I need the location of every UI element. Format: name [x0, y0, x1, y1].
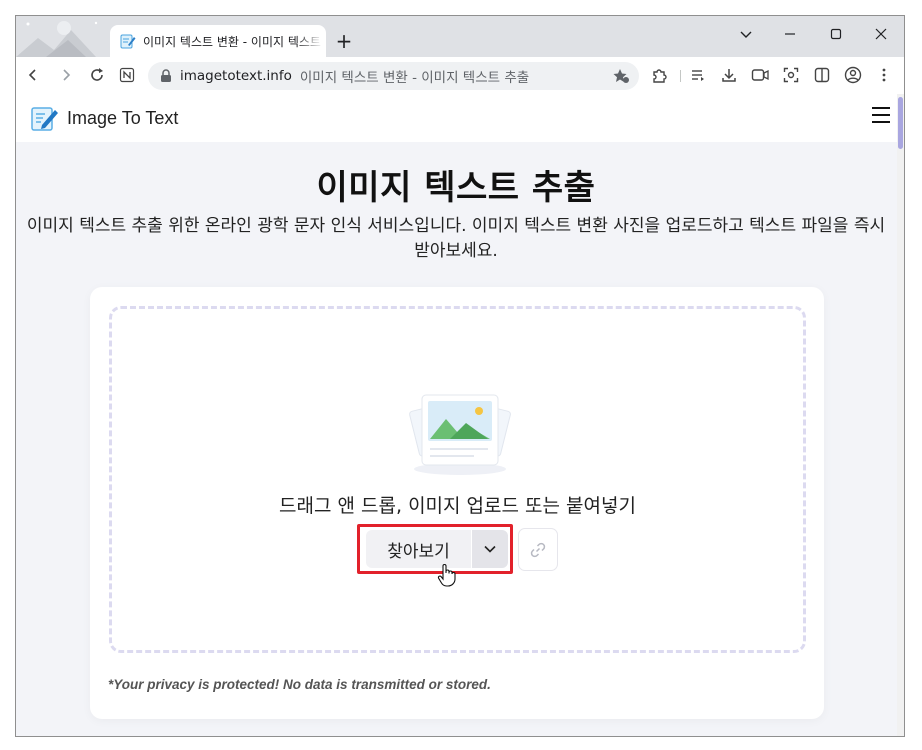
reload-icon	[91, 68, 103, 81]
lock-icon	[161, 69, 171, 82]
reading-list-button[interactable]	[688, 65, 708, 85]
scrollbar-thumb[interactable]	[898, 97, 903, 149]
screenshot-button[interactable]	[781, 65, 801, 85]
tab-title: 이미지 텍스트 변환 - 이미지 텍스트 추출	[143, 34, 323, 49]
extensions-icon	[653, 69, 667, 83]
link-icon	[530, 542, 546, 557]
extensions-button[interactable]	[649, 65, 669, 85]
browser-menu-button[interactable]	[874, 65, 894, 85]
notion-icon	[119, 67, 135, 83]
menu-kebab-icon	[882, 68, 886, 82]
notepad-logo-icon[interactable]	[30, 104, 60, 132]
browser-window: 이미지 텍스트 변환 - 이미지 텍스트 추출 + im	[15, 15, 905, 737]
download-button[interactable]	[719, 65, 739, 85]
url-page-title: 이미지 텍스트 변환 - 이미지 텍스트 추출	[299, 70, 530, 86]
forward-button[interactable]	[56, 65, 76, 85]
privacy-note: *Your privacy is protected! No data is t…	[108, 677, 491, 692]
reading-list-icon	[692, 70, 704, 81]
site-name[interactable]: Image To Text	[67, 108, 178, 129]
hand-pointer-cursor-icon	[437, 564, 456, 587]
minimize-icon	[785, 33, 795, 35]
theme-art	[16, 21, 98, 57]
notion-extension-button[interactable]	[117, 65, 137, 85]
browser-toolbar: imagetotext.info 이미지 텍스트 변환 - 이미지 텍스트 추출	[16, 57, 904, 94]
address-bar[interactable]: imagetotext.info 이미지 텍스트 변환 - 이미지 텍스트 추출	[148, 62, 639, 90]
url-upload-button[interactable]	[518, 528, 558, 571]
browse-button-highlight: 찾아보기	[357, 524, 513, 574]
page-description: 이미지 텍스트 추출 위한 온라인 광학 문자 인식 서비스입니다. 이미지 텍…	[26, 216, 886, 261]
hamburger-menu-icon[interactable]	[872, 107, 890, 123]
page-viewport: Image To Text 이미지 텍스트 추출 이미지 텍스트 추출 위한 온…	[16, 94, 904, 736]
maximize-button[interactable]	[824, 24, 848, 44]
profile-icon	[844, 66, 862, 84]
upload-card: 드래그 앤 드롭, 이미지 업로드 또는 붙여넣기 찾아보기 *Your pri…	[90, 287, 824, 719]
profile-button[interactable]	[843, 65, 863, 85]
upload-source-dropdown-button[interactable]	[472, 530, 508, 568]
maximize-icon	[830, 28, 842, 40]
tab-search-button[interactable]	[734, 24, 758, 44]
minimize-button[interactable]	[778, 24, 802, 44]
page-title: 이미지 텍스트 추출	[316, 168, 596, 208]
chevron-down-icon	[484, 545, 496, 553]
forward-icon	[63, 69, 71, 81]
video-icon	[751, 69, 769, 81]
toolbar-separator	[680, 70, 681, 82]
image-dropzone[interactable]: 드래그 앤 드롭, 이미지 업로드 또는 붙여넣기 찾아보기	[109, 306, 806, 653]
screenshot-icon	[783, 67, 799, 83]
new-tab-button[interactable]: +	[334, 31, 354, 51]
download-icon	[722, 69, 736, 82]
image-upload-icon	[409, 394, 511, 475]
reload-button[interactable]	[87, 65, 107, 85]
close-icon	[875, 28, 887, 40]
split-view-button[interactable]	[812, 65, 832, 85]
active-tab[interactable]: 이미지 텍스트 변환 - 이미지 텍스트 추출	[110, 25, 326, 57]
dropzone-instructions: 드래그 앤 드롭, 이미지 업로드 또는 붙여넣기	[279, 495, 636, 517]
chevron-down-icon	[740, 31, 752, 38]
close-window-button[interactable]	[869, 24, 893, 44]
split-view-icon	[814, 67, 830, 83]
back-icon	[28, 69, 36, 81]
page-scrollbar[interactable]	[897, 94, 904, 736]
bookmark-star-icon[interactable]	[613, 68, 629, 84]
site-header: Image To Text	[16, 94, 904, 142]
url-host: imagetotext.info	[180, 68, 292, 84]
notepad-favicon-icon	[120, 34, 136, 49]
back-button[interactable]	[23, 65, 43, 85]
video-button[interactable]	[750, 65, 770, 85]
tab-strip: 이미지 텍스트 변환 - 이미지 텍스트 추출 +	[16, 16, 904, 57]
